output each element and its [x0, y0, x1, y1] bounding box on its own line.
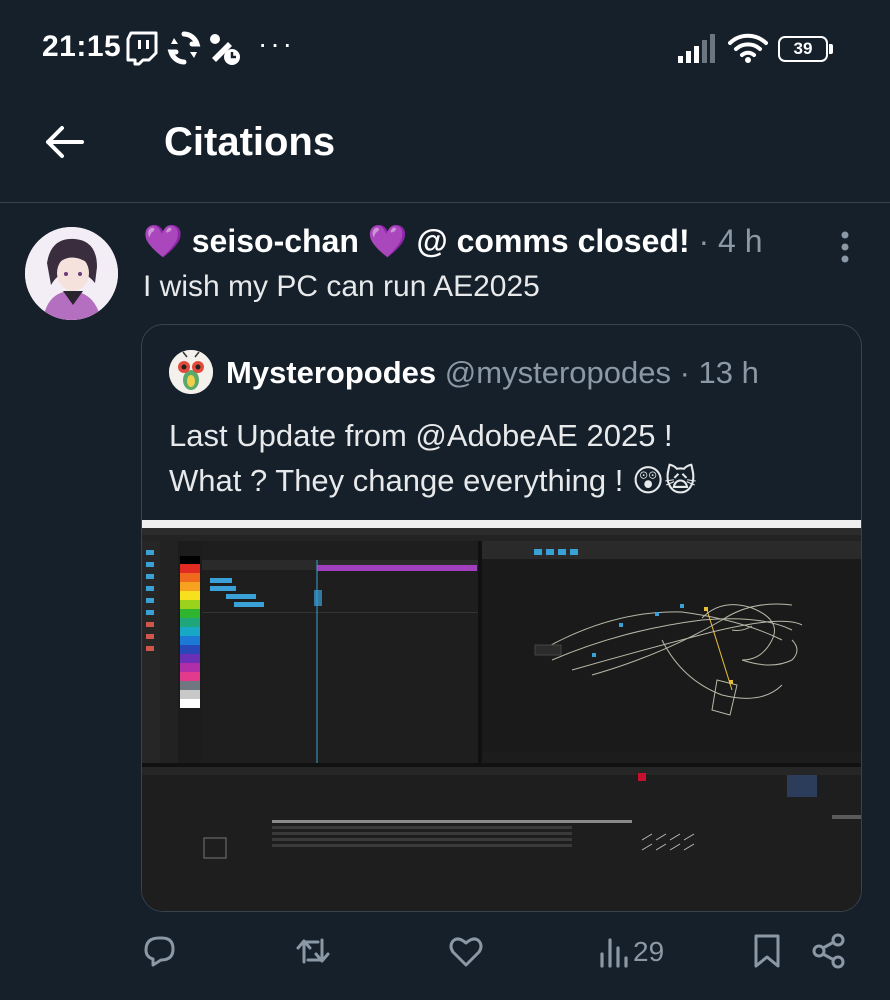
signal-icon [678, 34, 715, 63]
more-options-icon[interactable] [836, 230, 854, 264]
quoted-handle[interactable]: @mysteropodes [445, 355, 671, 390]
quoted-separator: · [670, 355, 699, 390]
quoted-author-line[interactable]: Mysteropodes @mysteropodes · 13 h [226, 355, 759, 391]
sync-icon [167, 31, 201, 65]
back-arrow-icon[interactable] [42, 120, 86, 164]
quoted-avatar-image [169, 350, 213, 394]
page-header: Citations [0, 100, 890, 203]
tweet-separator: · [689, 223, 719, 259]
tweet-text: I wish my PC can run AE2025 [143, 270, 540, 303]
battery-indicator: 39 [778, 36, 838, 64]
twitch-icon [126, 31, 158, 66]
battery-percent: 39 [793, 39, 813, 58]
retweet-button[interactable] [294, 932, 332, 976]
tweet-actions: 29 [0, 928, 890, 988]
avatar-image [25, 227, 118, 320]
quoted-tweet[interactable]: Mysteropodes @mysteropodes · 13 h Last U… [141, 324, 862, 912]
views-chart-icon [600, 938, 628, 968]
author-display-name[interactable]: 💜 seiso-chan 💜 @ comms closed! [143, 223, 690, 259]
do-not-disturb-icon [210, 34, 240, 65]
bookmark-icon [754, 934, 780, 968]
views-button[interactable] [596, 932, 634, 976]
avatar[interactable] [25, 227, 118, 320]
quoted-avatar[interactable] [169, 350, 213, 394]
bookmark-button[interactable] [748, 932, 786, 976]
quoted-text-line-2: What ? They change everything ! 😲🙀 [169, 463, 697, 498]
heart-icon [449, 937, 483, 967]
views-count: 29 [633, 936, 665, 967]
tweet-time[interactable]: 4 h [718, 223, 762, 259]
quoted-display-name[interactable]: Mysteropodes [226, 355, 436, 390]
status-time: 21:15 [42, 30, 122, 63]
quoted-text: Last Update from @AdobeAE 2025 ! What ? … [169, 413, 849, 503]
wifi-icon [728, 33, 768, 63]
like-button[interactable] [447, 932, 485, 976]
reply-icon [144, 936, 175, 967]
status-bar: 21:15 ··· 39 [0, 0, 890, 100]
quoted-text-line-1: Last Update from @AdobeAE 2025 ! [169, 418, 673, 453]
share-icon [812, 933, 845, 969]
share-button[interactable] [810, 932, 848, 976]
after-effects-screenshot[interactable] [142, 520, 862, 912]
more-notifications: ··· [258, 28, 295, 59]
quoted-time[interactable]: 13 h [699, 355, 759, 390]
reply-button[interactable] [140, 932, 178, 976]
page-title: Citations [164, 120, 336, 164]
tweet-author-line[interactable]: 💜 seiso-chan 💜 @ comms closed! · 4 h [143, 222, 763, 260]
retweet-icon [296, 938, 330, 964]
